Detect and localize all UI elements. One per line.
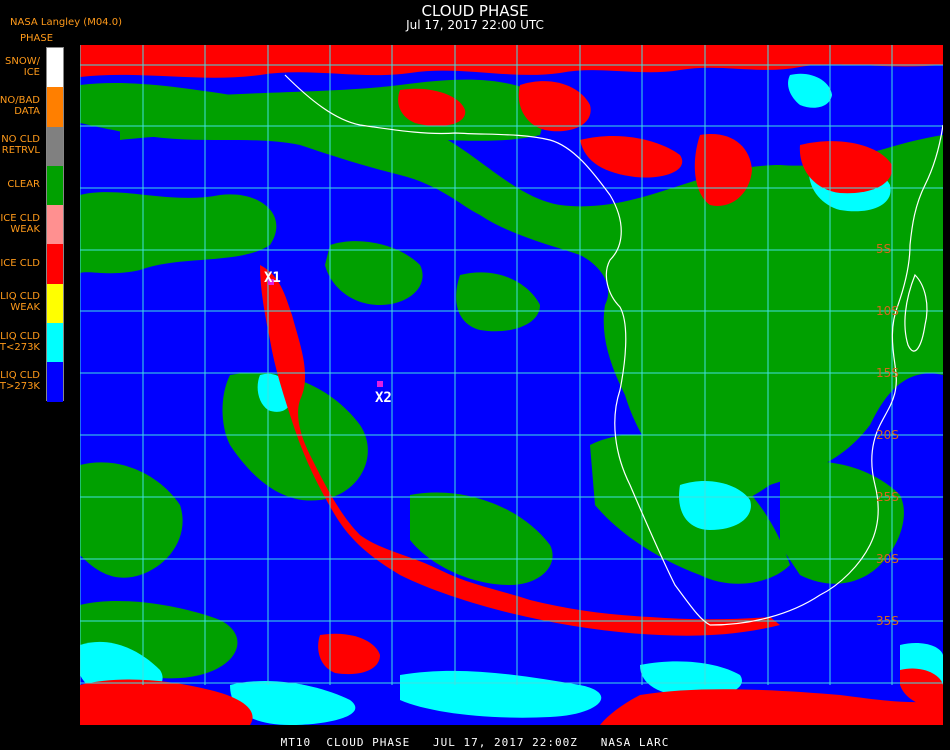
legend-label-line: ICE bbox=[23, 66, 40, 78]
latitude-label: 35S bbox=[876, 614, 899, 628]
legend-label-line: ICE CLD bbox=[0, 212, 40, 224]
legend-label-line: DATA bbox=[14, 105, 40, 117]
legend-color-bar bbox=[46, 47, 64, 402]
page-subtitle: Jul 17, 2017 22:00 UTC bbox=[406, 18, 544, 32]
legend-label-line: SNOW/ bbox=[5, 55, 40, 67]
legend-label: CLEAR bbox=[7, 179, 40, 190]
marker-x2-dot bbox=[377, 381, 383, 387]
legend-label: SNOW/ICE bbox=[5, 56, 40, 78]
legend-label-line: LIQ CLD bbox=[0, 370, 40, 382]
legend-label-line: WEAK bbox=[10, 302, 40, 314]
legend-label: LIQ CLD T<273K bbox=[0, 331, 40, 353]
marker-x2-label: X2 bbox=[375, 390, 392, 406]
legend-label-line: LIQ CLD bbox=[0, 330, 40, 342]
legend-label-line: NO/BAD bbox=[0, 94, 40, 106]
marker-x1[interactable]: X1 bbox=[264, 270, 281, 286]
legend-label: ICE CLD bbox=[0, 258, 40, 269]
latitude-label: 20S bbox=[876, 428, 899, 442]
legend-label-line: LIQ CLD bbox=[0, 291, 40, 303]
legend-swatch bbox=[47, 165, 63, 206]
latitude-label: 15S bbox=[876, 366, 899, 380]
legend-swatch bbox=[47, 205, 63, 245]
legend-swatch bbox=[47, 362, 63, 402]
legend-label-line: CLEAR bbox=[7, 179, 40, 191]
legend-swatch bbox=[47, 323, 63, 363]
legend-swatch bbox=[47, 244, 63, 284]
legend-label: NO CLD RETRVL bbox=[1, 134, 40, 156]
legend-label: LIQ CLD T>273K bbox=[0, 370, 40, 392]
legend-label-line: RETRVL bbox=[1, 145, 40, 157]
latitude-label: 30S bbox=[876, 552, 899, 566]
legend-label-line: ICE CLD bbox=[0, 257, 40, 269]
legend-swatch bbox=[47, 283, 63, 324]
marker-x1-label: X1 bbox=[264, 270, 281, 286]
legend-swatch bbox=[47, 126, 63, 166]
legend-swatch bbox=[47, 87, 63, 127]
cloud-phase-map[interactable]: 5S 10S 15S 20S 25S 30S 35S X1 X2 bbox=[80, 45, 943, 725]
legend-label-line: NO CLD bbox=[1, 134, 40, 146]
legend-label-line: T>273K bbox=[0, 381, 40, 393]
legend-swatch bbox=[47, 48, 63, 88]
legend-label-line: T<273K bbox=[0, 341, 40, 353]
map-canvas: 5S 10S 15S 20S 25S 30S 35S X1 X2 bbox=[80, 45, 943, 725]
latitude-label: 25S bbox=[876, 490, 899, 504]
footer-caption: MT10 CLOUD PHASE JUL 17, 2017 22:00Z NAS… bbox=[280, 736, 670, 749]
legend-label-line: WEAK bbox=[10, 223, 40, 235]
latitude-label: 5S bbox=[876, 242, 891, 256]
legend-label: ICE CLD WEAK bbox=[0, 213, 40, 235]
legend-label: NO/BAD DATA bbox=[0, 95, 40, 117]
latitude-label: 10S bbox=[876, 304, 899, 318]
legend-label: LIQ CLD WEAK bbox=[0, 291, 40, 313]
legend-title: PHASE bbox=[20, 33, 54, 44]
